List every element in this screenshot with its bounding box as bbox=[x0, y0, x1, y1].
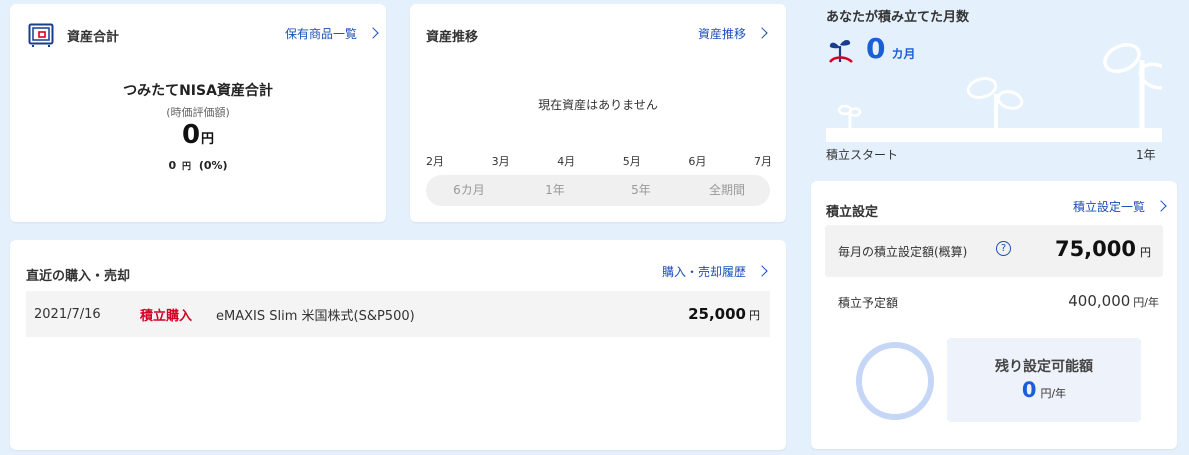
chevron-right-icon bbox=[1155, 200, 1167, 212]
period-all[interactable]: 全期間 bbox=[684, 175, 770, 206]
question-circle-icon[interactable]: ? bbox=[996, 241, 1011, 256]
asset-total-value: 0円 bbox=[10, 120, 386, 150]
monthly-setting-label: 毎月の積立設定額(概算) bbox=[838, 245, 968, 259]
chevron-right-icon bbox=[367, 27, 379, 39]
month-label: 2月 bbox=[426, 155, 444, 168]
asset-total-card: 資産合計 保有商品一覧 つみたてNISA資産合計 (時価評価額) 0円 0 円 … bbox=[10, 4, 386, 222]
planned-amount-value: 400,000 円/年 bbox=[1068, 291, 1159, 310]
nisa-asset-total-label: つみたてNISA資産合計 bbox=[123, 83, 273, 99]
transaction-type: 積立購入 bbox=[140, 308, 193, 324]
planned-amount-unit: 円/年 bbox=[1133, 296, 1159, 309]
month-label: 7月 bbox=[753, 155, 772, 168]
month-label: 5月 bbox=[622, 155, 641, 168]
transaction-fund: eMAXIS Slim 米国株式(S&P500) bbox=[216, 308, 415, 324]
monthly-setting-unit: 円 bbox=[1140, 246, 1151, 259]
sprout-icon bbox=[828, 40, 853, 63]
chevron-right-icon bbox=[756, 265, 768, 277]
transaction-history-link[interactable]: 購入・売却履歴 bbox=[662, 263, 768, 280]
planned-amount: 400,000 bbox=[1068, 292, 1131, 310]
months-unit: カ月 bbox=[891, 47, 916, 61]
asset-change-pct: (0%) bbox=[198, 159, 228, 172]
monthly-setting-amount: 75,000 bbox=[1054, 237, 1136, 261]
wallet-icon bbox=[28, 23, 54, 47]
accumulation-start-label: 積立スタート bbox=[826, 148, 899, 162]
monthly-setting-box: 毎月の積立設定額(概算) ? 75,000 円 bbox=[825, 225, 1163, 277]
settings-list-link-label: 積立設定一覧 bbox=[1073, 200, 1146, 214]
month-label: 4月 bbox=[557, 155, 576, 168]
asset-history-link-label: 資産推移 bbox=[698, 27, 747, 41]
recent-transactions-title: 直近の購入・売却 bbox=[26, 269, 131, 284]
months-accumulated-title: あなたが積み立てた月数 bbox=[826, 10, 970, 25]
remaining-amount-unit: 円/年 bbox=[1040, 387, 1067, 400]
transaction-amount-unit: 円 bbox=[749, 309, 760, 322]
remaining-amount-value: 0 円/年 bbox=[947, 378, 1141, 402]
monthly-setting-value: 75,000 円 bbox=[1055, 237, 1151, 261]
asset-history-title: 資産推移 bbox=[426, 30, 479, 45]
months-accumulated-value: 0 カ月 bbox=[866, 32, 916, 65]
transaction-history-link-label: 購入・売却履歴 bbox=[662, 265, 747, 279]
transaction-amount-value: 25,000 bbox=[688, 305, 746, 323]
no-assets-message: 現在資産はありません bbox=[538, 98, 658, 112]
asset-history-card: 資産推移 資産推移 現在資産はありません 2月 3月 4月 5月 6月 7月 6… bbox=[410, 4, 786, 222]
period-6-months[interactable]: 6カ月 bbox=[426, 175, 512, 206]
asset-total-amount: 0 bbox=[181, 120, 201, 150]
remaining-amount: 0 bbox=[1021, 378, 1037, 402]
remaining-amount-donut bbox=[856, 342, 934, 420]
planned-amount-label: 積立予定額 bbox=[838, 296, 899, 310]
accumulation-settings-title: 積立設定 bbox=[826, 205, 879, 220]
asset-total-unit: 円 bbox=[201, 132, 215, 147]
month-label: 6月 bbox=[688, 155, 707, 168]
month-label: 3月 bbox=[491, 155, 510, 168]
asset-history-link[interactable]: 資産推移 bbox=[698, 25, 768, 42]
one-year-label: 1年 bbox=[1136, 148, 1156, 162]
settings-list-link[interactable]: 積立設定一覧 bbox=[1073, 198, 1167, 215]
asset-change-amount: 0 bbox=[168, 159, 177, 172]
transaction-date: 2021/7/16 bbox=[34, 306, 101, 322]
recent-transactions-card: 直近の購入・売却 購入・売却履歴 2021/7/16 積立購入 eMAXIS S… bbox=[10, 240, 786, 450]
accumulation-settings-card: 積立設定 積立設定一覧 毎月の積立設定額(概算) ? 75,000 円 積立予定額… bbox=[811, 181, 1177, 449]
holdings-list-link[interactable]: 保有商品一覧 bbox=[285, 25, 379, 42]
period-1-year[interactable]: 1年 bbox=[512, 175, 598, 206]
holdings-list-link-label: 保有商品一覧 bbox=[285, 27, 358, 41]
asset-change: 0 円 (0%) bbox=[10, 159, 386, 172]
remaining-amount-box: 残り設定可能額 0 円/年 bbox=[947, 338, 1141, 422]
remaining-amount-label: 残り設定可能額 bbox=[995, 359, 1093, 375]
market-value-label: (時価評価額) bbox=[166, 106, 230, 119]
transaction-amount: 25,000 円 bbox=[688, 305, 760, 323]
period-5-years[interactable]: 5年 bbox=[598, 175, 684, 206]
month-axis: 2月 3月 4月 5月 6月 7月 bbox=[426, 153, 772, 169]
months-count: 0 bbox=[866, 32, 886, 65]
asset-total-title: 資産合計 bbox=[67, 30, 120, 45]
chevron-right-icon bbox=[756, 27, 768, 39]
asset-change-unit: 円 bbox=[181, 162, 191, 172]
table-row[interactable]: 2021/7/16 積立購入 eMAXIS Slim 米国株式(S&P500) … bbox=[26, 291, 770, 337]
period-selector: 6カ月 1年 5年 全期間 bbox=[426, 175, 770, 206]
